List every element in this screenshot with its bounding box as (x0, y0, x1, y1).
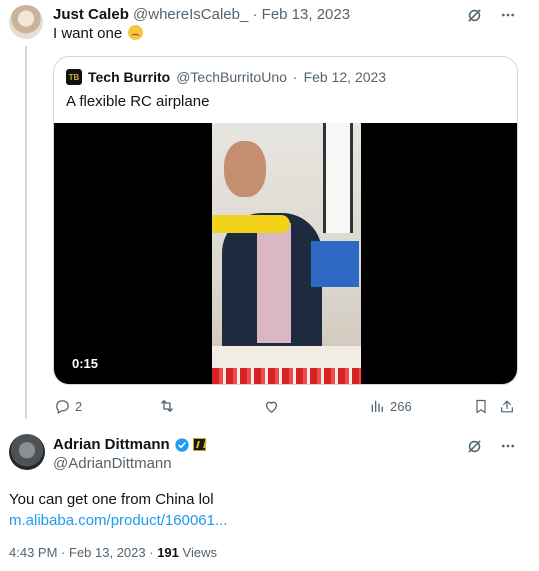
affiliate-badge-icon[interactable] (192, 438, 206, 451)
video-red-petals (212, 368, 361, 384)
quote-date[interactable]: Feb 12, 2023 (304, 69, 387, 85)
main-author-handle[interactable]: @AdrianDittmann (53, 455, 172, 472)
video-rc-airplane (212, 215, 290, 233)
grok-icon[interactable] (465, 437, 483, 455)
share-icon (498, 397, 516, 415)
views-icon (368, 397, 386, 415)
more-icon[interactable] (499, 6, 517, 24)
reply-author-handle[interactable]: @whereIsCaleb_ (133, 6, 248, 23)
grok-icon[interactable] (465, 6, 483, 24)
quote-avatar[interactable]: TB (66, 69, 82, 85)
quoted-tweet-card[interactable]: TB Tech Burrito @TechBurritoUno · Feb 12… (53, 56, 518, 385)
quote-text: A flexible RC airplane (66, 93, 210, 110)
main-text: You can get one from China lol (9, 491, 214, 508)
views-action[interactable]: 266 (368, 397, 412, 415)
video-player[interactable]: 0:15 (54, 123, 517, 384)
reply-top-icons (465, 6, 517, 24)
main-author-name[interactable]: Adrian Dittmann (53, 436, 170, 453)
main-body: You can get one from China lol m.alibaba… (9, 489, 227, 531)
tweet-action-bar: 2 266 (53, 397, 523, 417)
bookmark-icon (472, 397, 490, 415)
repost-icon (158, 397, 176, 415)
reply-text: I want one (53, 25, 123, 42)
main-header: Adrian Dittmann (53, 436, 206, 453)
reply-date[interactable]: Feb 13, 2023 (262, 6, 350, 23)
reply-action[interactable]: 2 (53, 397, 82, 415)
reply-count: 2 (75, 398, 83, 414)
tweet-views-label: Views (182, 545, 217, 560)
pleading-face-emoji (128, 25, 144, 40)
tweet-date[interactable]: Feb 13, 2023 (69, 545, 146, 560)
like-icon (262, 397, 280, 415)
video-person-shirt (257, 223, 291, 343)
repost-action[interactable] (158, 397, 180, 415)
thread-line (25, 46, 27, 419)
avatar-adrian[interactable] (9, 434, 45, 470)
share-action[interactable] (498, 397, 516, 415)
main-link[interactable]: m.alibaba.com/product/160061... (9, 510, 227, 531)
reply-icon (53, 397, 71, 415)
tweet-views-count: 191 (157, 545, 179, 560)
tweet-time[interactable]: 4:43 PM (9, 545, 57, 560)
video-thumbnail (212, 123, 361, 384)
video-duration: 0:15 (72, 356, 99, 371)
quote-author-handle[interactable]: @TechBurritoUno (176, 69, 287, 85)
video-blue-crate (311, 241, 359, 287)
reply-body: I want one (53, 25, 144, 42)
reply-separator: · (252, 6, 258, 23)
reply-header: Just Caleb @whereIsCaleb_ · Feb 13, 2023 (53, 6, 350, 23)
video-person-head (224, 141, 266, 197)
bookmark-action[interactable] (472, 397, 490, 415)
verified-badge-icon[interactable] (174, 437, 189, 452)
quote-author-name[interactable]: Tech Burrito (88, 69, 170, 85)
like-action[interactable] (262, 397, 284, 415)
avatar-caleb[interactable] (9, 5, 43, 39)
more-icon[interactable] (499, 437, 517, 455)
views-count: 266 (390, 398, 412, 414)
reply-author-name[interactable]: Just Caleb (53, 6, 129, 23)
quote-separator: · (292, 69, 298, 85)
main-top-icons (465, 437, 517, 455)
tweet-meta: 4:43 PM · Feb 13, 2023 · 191 Views (9, 545, 217, 560)
quote-header: TB Tech Burrito @TechBurritoUno · Feb 12… (66, 69, 386, 85)
video-window (323, 123, 353, 233)
